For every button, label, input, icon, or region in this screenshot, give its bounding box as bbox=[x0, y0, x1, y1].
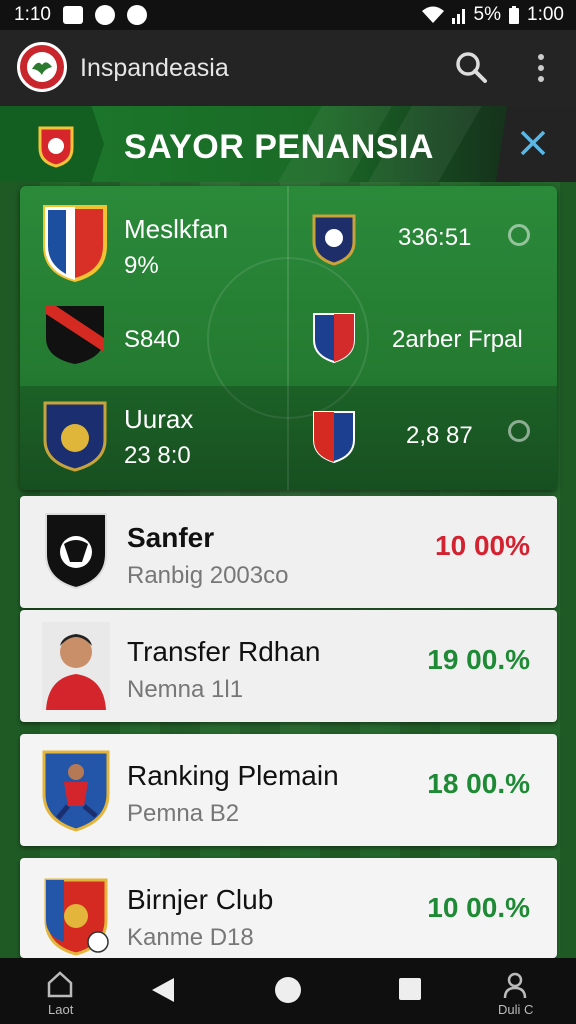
match-team-name: Meslkfan bbox=[124, 214, 229, 244]
player-avatar bbox=[42, 622, 110, 710]
match-score: 336:51 bbox=[398, 224, 472, 251]
battery-icon bbox=[509, 6, 520, 24]
list-item-percent: 19 00.% bbox=[427, 644, 530, 675]
list-item-title: Transfer Rdhan bbox=[127, 636, 321, 667]
section-banner: SAYOR PENANSIA bbox=[0, 106, 576, 182]
app-title: Inspandeasia bbox=[80, 54, 229, 82]
status-clock: 1:00 bbox=[527, 4, 564, 25]
team-crest-icon bbox=[46, 306, 104, 364]
battery-percent: 5% bbox=[473, 4, 502, 25]
recents-icon[interactable] bbox=[398, 977, 422, 1001]
nav-right-label: Duli C bbox=[498, 1002, 534, 1017]
list-item[interactable]: Birnjer Club Kanme D18 10 00.% bbox=[20, 858, 557, 958]
club-crest-icon bbox=[45, 513, 107, 590]
signal-icon bbox=[451, 9, 465, 24]
nav-left-label: Laot bbox=[48, 1002, 74, 1017]
list-item-percent: 10 00.% bbox=[427, 892, 530, 923]
match-team-value: 23 8:0 bbox=[124, 442, 191, 469]
list-item[interactable]: Sanfer Ranbig 2003co 10 00% bbox=[20, 496, 557, 608]
list-item-percent: 18 00.% bbox=[427, 768, 530, 799]
close-icon[interactable] bbox=[516, 126, 550, 160]
list-item[interactable]: Ranking Plemain Pemna B2 18 00.% bbox=[20, 734, 557, 846]
info-notification-icon bbox=[126, 5, 147, 25]
match-team-name: Uurax bbox=[124, 404, 194, 434]
banner-crest-icon bbox=[38, 126, 74, 168]
home-icon[interactable] bbox=[46, 970, 74, 998]
list-item-subtitle: Kanme D18 bbox=[127, 924, 254, 951]
list-item-title: Birnjer Club bbox=[127, 884, 274, 915]
list-item-subtitle: Nemna 1l1 bbox=[127, 676, 244, 703]
wifi-icon bbox=[421, 6, 444, 23]
team-crest-icon bbox=[43, 205, 107, 282]
profile-icon[interactable] bbox=[503, 972, 527, 1000]
settings-notification-icon bbox=[94, 5, 115, 25]
match-score: 2,8 87 bbox=[406, 422, 473, 449]
list-item-percent: 10 00% bbox=[435, 530, 530, 561]
team-crest-icon bbox=[312, 214, 356, 266]
notification-icon bbox=[62, 6, 83, 24]
team-crest-icon bbox=[43, 401, 107, 472]
list-item-subtitle: Pemna B2 bbox=[127, 800, 240, 827]
matches-panel: Meslkfan 9% 336:51 S840 2arber Frpal Uur… bbox=[20, 186, 557, 490]
match-team-value: S840 bbox=[124, 326, 181, 353]
list-item[interactable]: Transfer Rdhan Nemna 1l1 19 00.% bbox=[20, 610, 557, 722]
back-icon[interactable] bbox=[150, 976, 176, 1004]
match-team-value: 9% bbox=[124, 252, 159, 279]
home-button-icon[interactable] bbox=[274, 976, 302, 1004]
more-options-icon[interactable] bbox=[530, 52, 552, 84]
status-time: 1:10 bbox=[14, 4, 51, 25]
match-select-radio[interactable] bbox=[508, 224, 530, 246]
banner-title: SAYOR PENANSIA bbox=[124, 128, 434, 166]
match-select-radio[interactable] bbox=[508, 420, 530, 442]
team-crest-icon bbox=[313, 313, 355, 364]
app-logo-icon[interactable] bbox=[17, 42, 67, 92]
search-icon[interactable] bbox=[454, 50, 488, 84]
status-bar: 1:10 5% 1:00 bbox=[0, 0, 576, 30]
club-crest-icon bbox=[44, 878, 109, 956]
list-item-title: Ranking Plemain bbox=[127, 760, 339, 791]
match-detail: 2arber Frpal bbox=[392, 326, 523, 353]
navigation-bar: Laot Duli C bbox=[0, 958, 576, 1024]
team-crest-icon bbox=[313, 411, 355, 464]
list-item-subtitle: Ranbig 2003co bbox=[127, 562, 289, 589]
app-bar: Inspandeasia bbox=[0, 30, 576, 106]
list-item-title: Sanfer bbox=[127, 522, 215, 553]
player-crest-icon bbox=[42, 750, 110, 832]
